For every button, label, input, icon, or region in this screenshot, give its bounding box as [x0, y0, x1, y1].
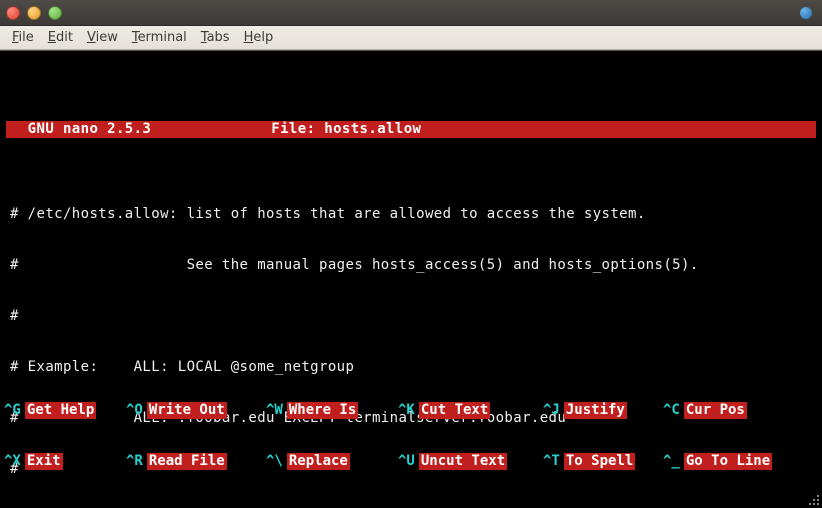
menu-help[interactable]: Help — [238, 28, 280, 47]
window-minimize-button[interactable] — [27, 6, 41, 20]
nano-header: GNU nano 2.5.3 File: hosts.allow — [6, 121, 816, 138]
shortcut-row-1: ^GGet Help ^OWrite Out ^WWhere Is ^KCut … — [4, 402, 818, 419]
shortcut-read-file: ^RRead File — [126, 453, 266, 470]
shortcut-justify: ^JJustify — [543, 402, 663, 419]
window-close-button[interactable] — [6, 6, 20, 20]
file-line: # — [10, 308, 816, 325]
window-controls — [6, 6, 62, 20]
window-titlebar — [0, 0, 822, 26]
shortcut-uncut-text: ^UUncut Text — [398, 453, 543, 470]
nano-filename: File: hosts.allow — [151, 121, 816, 138]
shortcut-replace: ^\Replace — [266, 453, 398, 470]
shortcut-where-is: ^WWhere Is — [266, 402, 398, 419]
menu-tabs[interactable]: Tabs — [195, 28, 236, 47]
shortcut-row-2: ^XExit ^RRead File ^\Replace ^UUncut Tex… — [4, 453, 818, 470]
shortcut-write-out: ^OWrite Out — [126, 402, 266, 419]
shortcut-to-spell: ^TTo Spell — [543, 453, 663, 470]
shortcut-get-help: ^GGet Help — [4, 402, 126, 419]
shortcut-exit: ^XExit — [4, 453, 126, 470]
shortcut-cut-text: ^KCut Text — [398, 402, 543, 419]
menu-view[interactable]: View — [81, 28, 124, 47]
window-maximize-button[interactable] — [48, 6, 62, 20]
terminal[interactable]: GNU nano 2.5.3 File: hosts.allow # /etc/… — [0, 50, 822, 508]
nano-version: GNU nano 2.5.3 — [6, 121, 151, 138]
menu-edit[interactable]: Edit — [42, 28, 79, 47]
file-line: # See the manual pages hosts_access(5) a… — [10, 257, 816, 274]
nano-shortcut-bar: ^GGet Help ^OWrite Out ^WWhere Is ^KCut … — [4, 368, 818, 504]
shortcut-cur-pos: ^CCur Pos — [663, 402, 818, 419]
menu-file[interactable]: File — [6, 28, 40, 47]
titlebar-indicator-icon — [800, 7, 812, 19]
menubar: File Edit View Terminal Tabs Help — [0, 26, 822, 50]
menu-terminal[interactable]: Terminal — [126, 28, 193, 47]
file-line: # /etc/hosts.allow: list of hosts that a… — [10, 206, 816, 223]
shortcut-go-to-line: ^_Go To Line — [663, 453, 818, 470]
